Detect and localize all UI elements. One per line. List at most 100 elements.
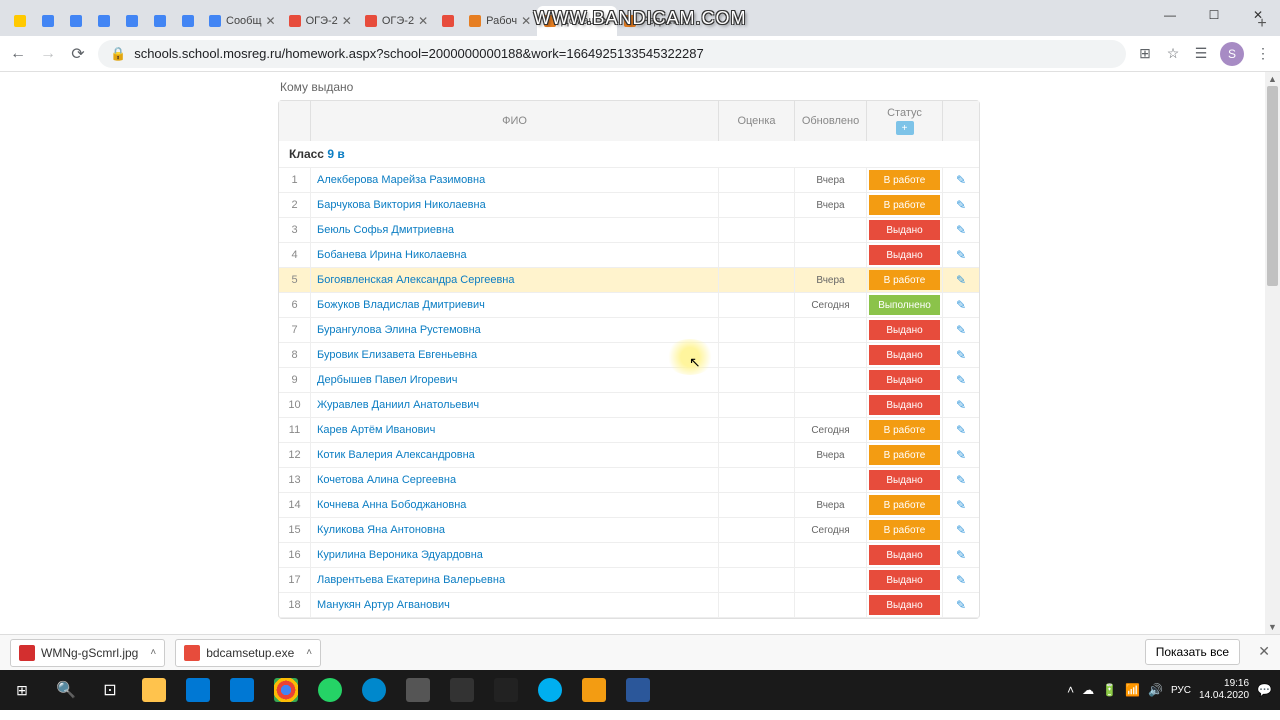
taskbar-chrome[interactable]: [264, 670, 308, 710]
vertical-scrollbar[interactable]: ▲ ▼: [1265, 72, 1280, 634]
back-button[interactable]: ←: [8, 44, 28, 64]
chevron-up-icon[interactable]: ˄: [150, 647, 156, 658]
browser-tab[interactable]: Сообщ✕: [202, 6, 282, 36]
qr-icon[interactable]: ⊞: [1136, 45, 1154, 63]
edit-icon[interactable]: ✎: [956, 223, 966, 237]
reading-list-icon[interactable]: ☰: [1192, 45, 1210, 63]
close-downloads-bar[interactable]: ✕: [1258, 643, 1270, 660]
edit-icon[interactable]: ✎: [956, 248, 966, 262]
student-name-link[interactable]: Кочетова Алина Сергеевна: [317, 474, 456, 486]
edit-icon[interactable]: ✎: [956, 198, 966, 212]
tray-language[interactable]: РУС: [1171, 685, 1191, 696]
taskbar-app1[interactable]: [396, 670, 440, 710]
tray-battery-icon[interactable]: 🔋: [1102, 683, 1117, 697]
tray-notifications-icon[interactable]: 💬: [1257, 683, 1272, 697]
browser-tab[interactable]: Рабоч✕: [462, 6, 537, 36]
browser-tab[interactable]: [6, 6, 34, 36]
tab-close-icon[interactable]: ✕: [266, 14, 276, 28]
window-maximize[interactable]: ☐: [1192, 0, 1236, 30]
student-name-link[interactable]: Журавлев Даниил Анатольевич: [317, 399, 479, 411]
browser-tab[interactable]: [34, 6, 62, 36]
tray-wifi-icon[interactable]: 📶: [1125, 683, 1140, 697]
browser-tab[interactable]: [62, 6, 90, 36]
reload-button[interactable]: ⟳: [68, 44, 88, 64]
status-plus-icon[interactable]: +: [896, 121, 914, 135]
browser-tab[interactable]: ОГЭ-2✕: [282, 6, 358, 36]
edit-icon[interactable]: ✎: [956, 423, 966, 437]
student-name-link[interactable]: Куликова Яна Антоновна: [317, 524, 445, 536]
edit-icon[interactable]: ✎: [956, 298, 966, 312]
taskbar-edge[interactable]: [220, 670, 264, 710]
browser-tab[interactable]: [174, 6, 202, 36]
window-minimize[interactable]: ―: [1148, 0, 1192, 30]
student-name-link[interactable]: Бурангулова Элина Рустемовна: [317, 324, 481, 336]
tab-close-icon[interactable]: ✕: [521, 14, 531, 28]
class-name-link[interactable]: 9 в: [327, 147, 344, 161]
student-name-link[interactable]: Бобанева Ирина Николаевна: [317, 249, 467, 261]
student-name-link[interactable]: Беюль Софья Дмитриевна: [317, 224, 454, 236]
tray-clock[interactable]: 19:16 14.04.2020: [1199, 678, 1249, 702]
student-name-link[interactable]: Манукян Артур Агванович: [317, 599, 450, 611]
taskbar-skype[interactable]: [528, 670, 572, 710]
download-item[interactable]: WMNg-gScmrl.jpg˄: [10, 639, 165, 667]
edit-icon[interactable]: ✎: [956, 498, 966, 512]
student-name-link[interactable]: Богоявленская Александра Сергеевна: [317, 274, 515, 286]
student-name-link[interactable]: Лаврентьева Екатерина Валерьевна: [317, 574, 505, 586]
taskbar-mail[interactable]: [176, 670, 220, 710]
student-name-link[interactable]: Буровик Елизавета Евгеньевна: [317, 349, 477, 361]
taskbar-search[interactable]: 🔍: [44, 670, 88, 710]
edit-icon[interactable]: ✎: [956, 373, 966, 387]
student-name-link[interactable]: Божуков Владислав Дмитриевич: [317, 299, 485, 311]
browser-tab[interactable]: [90, 6, 118, 36]
tab-close-icon[interactable]: ✕: [418, 14, 428, 28]
status-badge: Выдано: [869, 595, 940, 615]
edit-icon[interactable]: ✎: [956, 548, 966, 562]
browser-tab[interactable]: [146, 6, 174, 36]
menu-icon[interactable]: ⋮: [1254, 45, 1272, 63]
browser-tab[interactable]: [118, 6, 146, 36]
student-name-link[interactable]: Алекберова Марейза Разимовна: [317, 174, 485, 186]
star-icon[interactable]: ☆: [1164, 45, 1182, 63]
edit-icon[interactable]: ✎: [956, 523, 966, 537]
tray-volume-icon[interactable]: 🔊: [1148, 683, 1163, 697]
student-name-link[interactable]: Барчукова Виктория Николаевна: [317, 199, 486, 211]
student-name-link[interactable]: Котик Валерия Александровна: [317, 449, 475, 461]
edit-icon[interactable]: ✎: [956, 598, 966, 612]
student-name-link[interactable]: Кочнева Анна Бободжановна: [317, 499, 466, 511]
student-name-link[interactable]: Курилина Вероника Эдуардовна: [317, 549, 483, 561]
edit-icon[interactable]: ✎: [956, 273, 966, 287]
taskbar-app4[interactable]: [572, 670, 616, 710]
edit-icon[interactable]: ✎: [956, 448, 966, 462]
tab-close-icon[interactable]: ✕: [342, 14, 352, 28]
profile-avatar[interactable]: S: [1220, 42, 1244, 66]
scrollbar-thumb[interactable]: [1267, 86, 1278, 286]
taskbar-app3[interactable]: [484, 670, 528, 710]
taskbar-app2[interactable]: [440, 670, 484, 710]
scroll-down-icon[interactable]: ▼: [1265, 620, 1280, 634]
address-field[interactable]: 🔒 schools.school.mosreg.ru/homework.aspx…: [98, 40, 1126, 68]
window-close[interactable]: ✕: [1236, 0, 1280, 30]
edit-icon[interactable]: ✎: [956, 573, 966, 587]
student-name-link[interactable]: Дербышев Павел Игоревич: [317, 374, 457, 386]
show-all-downloads[interactable]: Показать все: [1145, 639, 1240, 665]
edit-icon[interactable]: ✎: [956, 398, 966, 412]
tray-cloud-icon[interactable]: ☁: [1082, 683, 1094, 697]
download-item[interactable]: bdcamsetup.exe˄: [175, 639, 321, 667]
browser-tab[interactable]: [434, 6, 462, 36]
forward-button[interactable]: →: [38, 44, 58, 64]
browser-tab[interactable]: ОГЭ-2✕: [358, 6, 434, 36]
taskbar-word[interactable]: [616, 670, 660, 710]
edit-icon[interactable]: ✎: [956, 348, 966, 362]
edit-icon[interactable]: ✎: [956, 473, 966, 487]
taskbar-explorer[interactable]: [132, 670, 176, 710]
taskbar-telegram[interactable]: [352, 670, 396, 710]
taskbar-whatsapp[interactable]: [308, 670, 352, 710]
student-name-link[interactable]: Карев Артём Иванович: [317, 424, 435, 436]
edit-icon[interactable]: ✎: [956, 173, 966, 187]
edit-icon[interactable]: ✎: [956, 323, 966, 337]
taskbar-taskview[interactable]: ⊡: [88, 670, 132, 710]
chevron-up-icon[interactable]: ˄: [306, 647, 312, 658]
start-button[interactable]: ⊞: [0, 670, 44, 710]
scroll-up-icon[interactable]: ▲: [1265, 72, 1280, 86]
tray-chevron-up-icon[interactable]: ˄: [1067, 683, 1074, 697]
